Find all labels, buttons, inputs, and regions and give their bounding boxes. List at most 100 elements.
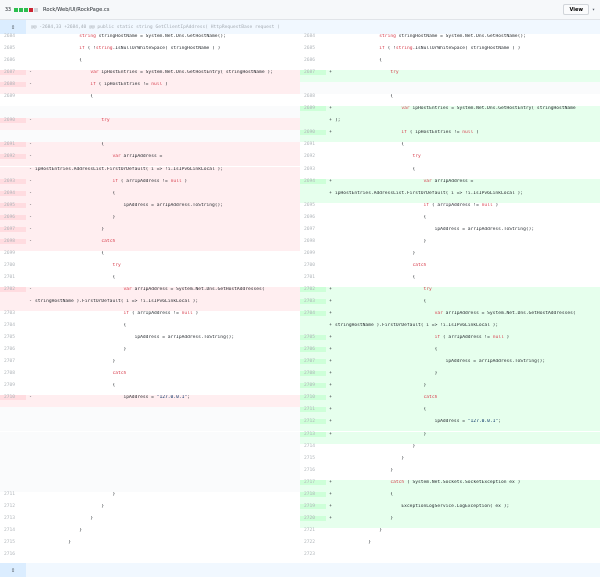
line-number[interactable]: 2705 — [0, 335, 26, 340]
line-number[interactable]: 2720 — [300, 515, 326, 521]
diff-sign: + — [329, 118, 332, 124]
line-number[interactable]: 2708 — [0, 371, 26, 376]
line-number[interactable]: 2694 — [0, 190, 26, 196]
line-number[interactable]: 2702 — [0, 286, 26, 292]
line-number[interactable]: 2686 — [300, 58, 326, 63]
line-number[interactable]: 2710 — [300, 395, 326, 401]
line-number[interactable]: 2716 — [300, 468, 326, 473]
line-number[interactable]: 2716 — [0, 552, 26, 557]
line-number[interactable]: 2697 — [300, 227, 326, 232]
line-number[interactable]: 2698 — [300, 239, 326, 244]
right-diff-line: 2685 if ( !string.IsNullOrWhiteSpace( st… — [300, 46, 600, 58]
line-number[interactable]: 2709 — [0, 383, 26, 388]
line-number[interactable]: 2706 — [0, 347, 26, 352]
line-number[interactable]: 2715 — [0, 540, 26, 545]
expand-up-icon[interactable]: ⇕ — [0, 20, 26, 34]
line-number[interactable]: 2708 — [300, 371, 326, 377]
line-number[interactable]: 2705 — [300, 335, 326, 341]
line-number[interactable]: 2714 — [0, 528, 26, 533]
line-number[interactable]: 2723 — [300, 552, 326, 557]
line-number[interactable]: 2685 — [0, 46, 26, 51]
line-number[interactable]: 2699 — [300, 251, 326, 256]
line-number[interactable]: 2706 — [300, 347, 326, 353]
line-number[interactable]: 2692 — [0, 154, 26, 160]
line-number[interactable]: 2684 — [0, 34, 26, 39]
line-number[interactable]: 2704 — [300, 311, 326, 317]
line-number[interactable]: 2711 — [0, 492, 26, 497]
diff-sign: - — [29, 82, 32, 88]
code-text: } — [335, 515, 394, 521]
line-number[interactable]: 2689 — [300, 106, 326, 112]
line-number[interactable]: 2713 — [0, 516, 26, 521]
diff-row: 2686 {2686 { — [0, 58, 600, 70]
line-number[interactable]: 2721 — [300, 528, 326, 533]
line-number[interactable]: 2692 — [300, 154, 326, 159]
line-number[interactable]: 2696 — [300, 215, 326, 220]
line-number[interactable]: 2707 — [0, 359, 26, 364]
code-text: try — [412, 154, 421, 160]
view-file-button[interactable]: View — [563, 4, 589, 15]
line-number[interactable]: 2695 — [0, 202, 26, 208]
line-number[interactable]: 2700 — [0, 263, 26, 268]
line-number[interactable]: 2712 — [300, 419, 326, 425]
diff-sign: - — [29, 238, 32, 244]
line-number[interactable]: 2700 — [300, 263, 326, 268]
line-number[interactable]: 2691 — [300, 142, 326, 147]
line-number[interactable]: 2685 — [300, 46, 326, 51]
line-number[interactable]: 2711 — [300, 407, 326, 413]
line-number[interactable]: 2698 — [0, 238, 26, 244]
left-diff-line: 2711 } — [0, 492, 300, 504]
code-text: { — [335, 94, 394, 100]
line-number[interactable]: 2684 — [300, 34, 326, 39]
right-empty-line — [300, 82, 600, 95]
left-diff-line: 2714 } — [0, 528, 300, 540]
diff-row: 2684 string stringHostName = System.Net.… — [0, 34, 600, 46]
line-number[interactable]: 2693 — [0, 178, 26, 184]
code-text: catch — [423, 395, 438, 401]
code-text: } — [35, 491, 116, 497]
line-number[interactable]: 2688 — [300, 94, 326, 99]
line-number[interactable]: 2690 — [300, 130, 326, 136]
line-number[interactable]: 2701 — [0, 275, 26, 280]
left-diff-line: 2693- if ( arrIpAddress != null ) — [0, 178, 300, 191]
line-number[interactable]: 2688 — [0, 82, 26, 88]
line-number[interactable]: 2722 — [300, 540, 326, 545]
diff-sign: - — [29, 202, 32, 208]
line-number[interactable]: 2717 — [300, 479, 326, 485]
line-number[interactable]: 2693 — [300, 167, 326, 172]
line-number[interactable]: 2686 — [0, 58, 26, 63]
line-number[interactable]: 2718 — [300, 491, 326, 497]
line-number[interactable]: 2710 — [0, 395, 26, 401]
hunk-header: ⇕ @@ -2684,33 +2684,40 @@ public static … — [0, 20, 600, 34]
code-text: { — [35, 58, 83, 64]
line-number[interactable]: 2712 — [0, 504, 26, 509]
line-number[interactable]: 2694 — [300, 178, 326, 184]
line-number[interactable]: 2690 — [0, 118, 26, 124]
chevron-down-icon[interactable]: ▾ — [592, 7, 595, 13]
line-number[interactable]: 2703 — [0, 311, 26, 316]
line-number[interactable]: 2715 — [300, 456, 326, 461]
code-text: ); — [335, 118, 341, 124]
line-number[interactable]: 2689 — [0, 94, 26, 99]
line-number[interactable]: 2687 — [300, 70, 326, 76]
diff-row: 2699 {2699 } — [0, 251, 600, 263]
line-number[interactable]: 2707 — [300, 359, 326, 365]
line-number[interactable]: 2691 — [0, 142, 26, 148]
line-number[interactable]: 2695 — [300, 203, 326, 208]
line-number[interactable]: 2687 — [0, 70, 26, 76]
line-number[interactable]: 2713 — [300, 431, 326, 437]
line-number[interactable]: 2702 — [300, 286, 326, 292]
diff-sign: + — [329, 323, 332, 329]
left-empty-line — [0, 479, 300, 492]
line-number[interactable]: 2714 — [300, 444, 326, 449]
line-number[interactable]: 2696 — [0, 214, 26, 220]
file-path[interactable]: Rock/Web/UI/RockPage.cs — [43, 7, 563, 13]
line-number[interactable]: 2697 — [0, 226, 26, 232]
line-number[interactable]: 2703 — [300, 299, 326, 304]
line-number[interactable]: 2701 — [300, 275, 326, 280]
line-number[interactable]: 2709 — [300, 383, 326, 389]
expand-down-icon[interactable]: ⇕ — [0, 563, 26, 577]
line-number[interactable]: 2699 — [0, 251, 26, 256]
line-number[interactable]: 2719 — [300, 503, 326, 509]
line-number[interactable]: 2704 — [0, 323, 26, 328]
